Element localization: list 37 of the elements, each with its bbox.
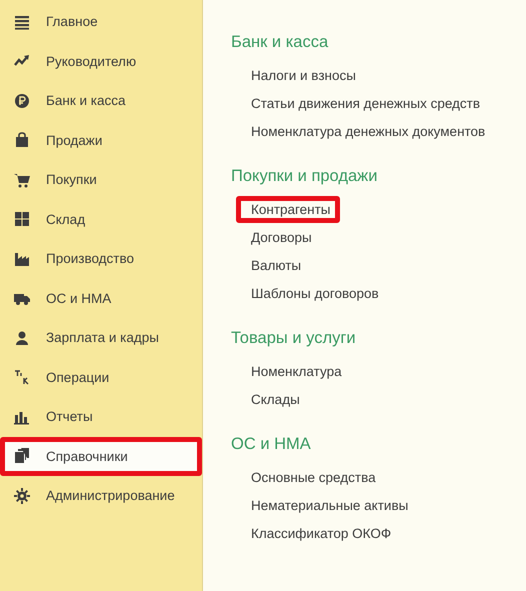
cart-icon (14, 172, 30, 188)
section-heading: Покупки и продажи (231, 167, 378, 186)
menu-link[interactable]: Налоги и взносы (231, 64, 362, 86)
sidebar-item[interactable]: Склад (0, 200, 202, 239)
sidebar-item[interactable]: Главное (0, 2, 202, 42)
menu-link[interactable]: Классификатор ОКОФ (231, 522, 398, 544)
sidebar-item[interactable]: Руководителю (0, 42, 202, 81)
sidebar-item[interactable]: Справочники (0, 436, 202, 476)
sidebar-item[interactable]: ОС и НМА (0, 278, 202, 318)
menu-link[interactable]: Номенклатура (231, 360, 348, 382)
menu-link[interactable]: Валюты (231, 254, 308, 276)
menu-link[interactable]: Основные средства (231, 466, 382, 488)
section-heading: Товары и услуги (231, 329, 357, 348)
menu-link[interactable]: Склады (231, 388, 306, 410)
menu-link[interactable]: Статьи движения денежных средств (231, 92, 486, 114)
menu-link[interactable]: Договоры (231, 226, 318, 248)
coin-icon (14, 92, 30, 109)
sidebar-item[interactable]: Операции (0, 358, 202, 397)
menu-link[interactable]: Контрагенты (236, 196, 340, 222)
factory-icon (14, 250, 30, 267)
section-heading: Банк и касса (231, 33, 330, 52)
sidebar-item[interactable]: Продажи (0, 120, 202, 160)
sidebar-item[interactable]: Производство (0, 239, 202, 278)
shopping-bag-icon (14, 132, 30, 148)
grid-icon (14, 211, 30, 228)
sidebar-item[interactable]: Администрирование (0, 476, 202, 516)
menu-link[interactable]: Номенклатура денежных документов (231, 120, 492, 142)
sidebar-item[interactable]: Отчеты (0, 397, 202, 436)
sidebar-item[interactable]: Зарплата и кадры (0, 318, 202, 358)
menu-link[interactable]: Шаблоны договоров (231, 282, 385, 304)
sidebar-item[interactable]: Банк и касса (0, 81, 202, 120)
menu-link[interactable]: Нематериальные активы (231, 494, 414, 516)
section-heading: ОС и НМА (231, 435, 312, 454)
sidebar-item[interactable]: Покупки (0, 160, 202, 200)
books-icon (14, 448, 30, 464)
person-icon (14, 330, 30, 346)
menu-icon (14, 14, 30, 30)
